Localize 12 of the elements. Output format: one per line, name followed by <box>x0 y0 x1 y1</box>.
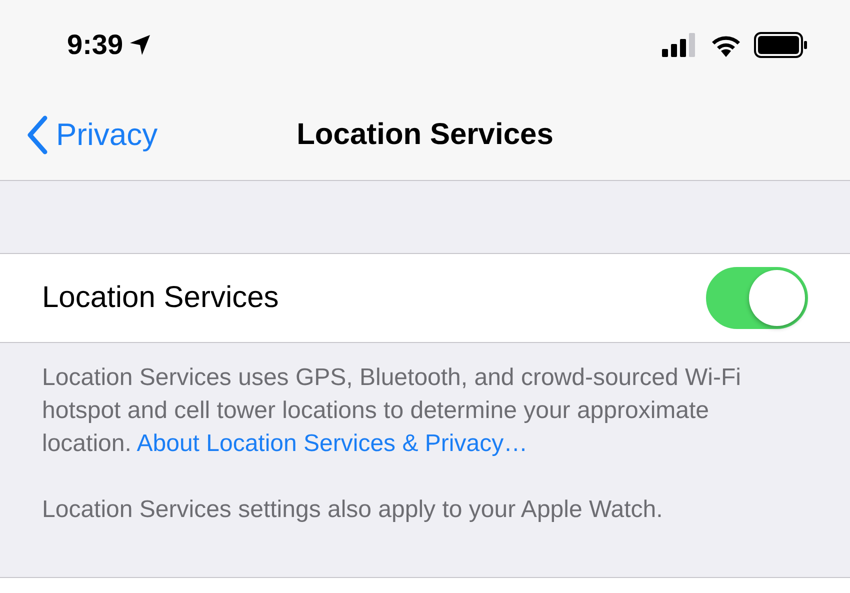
back-button[interactable]: Privacy <box>26 115 158 155</box>
footer-note: Location Services uses GPS, Bluetooth, and crowd-sourced Wi-Fi hotspot and cell tower locations to determine your approximate location. About Location Services & Privacy… <box>42 363 742 459</box>
footer-note: Location Services settings also apply to your Apple Watch. <box>42 495 664 525</box>
signal-icon <box>662 33 698 57</box>
location-arrow-icon <box>129 34 152 56</box>
toggle-switch[interactable] <box>706 267 808 329</box>
screen-title: Location Services <box>296 118 554 151</box>
chevron-left-icon <box>26 115 48 155</box>
status-time: 9:39 <box>67 29 124 61</box>
battery-icon <box>754 32 808 58</box>
about-link[interactable]: About Location Services & Privacy… <box>136 430 528 457</box>
setting-label: Location Services <box>42 281 279 315</box>
